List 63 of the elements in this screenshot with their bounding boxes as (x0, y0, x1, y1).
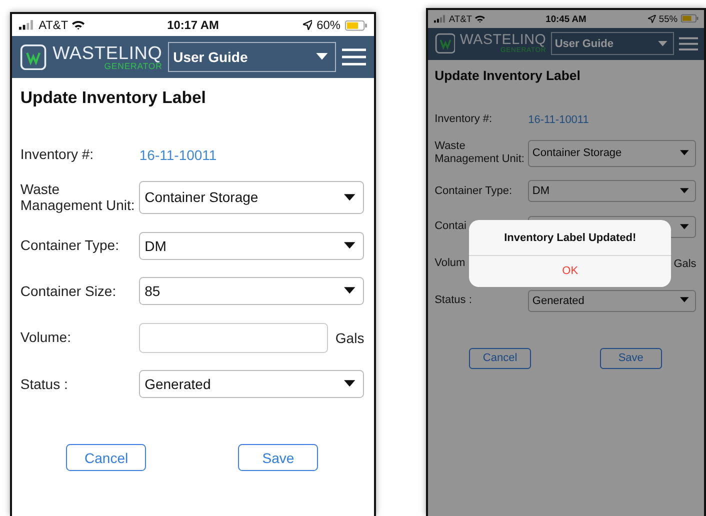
field-label: Container Type: (20, 237, 120, 254)
select-field[interactable]: DM (139, 232, 364, 260)
caret-icon (344, 242, 355, 250)
wifi-icon (72, 20, 85, 30)
caret-icon (680, 150, 689, 156)
field-label: Container Type: (434, 184, 514, 198)
battery-icon (680, 14, 698, 24)
caret-icon (658, 40, 668, 47)
carrier-label: AT&T (448, 14, 472, 24)
field-label: Status : (434, 294, 473, 308)
signal-icon (434, 14, 446, 23)
unit-label: Gals (674, 258, 696, 270)
field-value: 16-11-10011 (139, 146, 218, 163)
caret-icon (344, 194, 355, 202)
alert-message: Inventory Label Updated! (504, 232, 636, 244)
status-time: 10:45 AM (546, 14, 586, 24)
location-icon (302, 20, 312, 30)
logo-icon (20, 44, 47, 70)
menu-icon[interactable] (678, 36, 698, 52)
field-label: Volume: (20, 329, 72, 346)
unit-label: Gals (335, 330, 364, 346)
status-time: 10:17 AM (167, 18, 219, 32)
ok-button[interactable]: OK (469, 255, 671, 287)
page-title: Update Inventory Label (428, 60, 704, 83)
menu-icon[interactable] (342, 47, 366, 67)
field-label: Inventory #: (20, 146, 95, 164)
cancel-button[interactable]: Cancel (66, 444, 146, 471)
field-label: Container Size: (20, 282, 118, 300)
select-field[interactable]: Container Storage (139, 180, 364, 214)
brand-name: WASTELINQ (460, 33, 546, 48)
battery-icon (344, 20, 367, 31)
guide-dropdown[interactable]: User Guide (550, 32, 674, 56)
battery-percent: 60% (316, 18, 340, 32)
volume-field[interactable] (139, 322, 328, 353)
caret-icon (316, 53, 328, 61)
location-icon (648, 14, 656, 23)
select-field[interactable]: DM (528, 180, 696, 202)
guide-dropdown[interactable]: User Guide (168, 42, 336, 72)
field-value: 16-11-10011 (528, 114, 590, 126)
battery-percent: 55% (658, 14, 678, 24)
caret-icon (344, 287, 355, 295)
caret-icon (680, 297, 689, 304)
field-label: Waste Management Unit: (20, 180, 136, 214)
caret-icon (680, 224, 689, 230)
caret-icon (344, 380, 355, 388)
save-button[interactable]: Save (238, 444, 318, 471)
field-label: Contai (434, 220, 468, 234)
field-label: Inventory #: (434, 113, 494, 126)
select-field[interactable]: Container Storage (528, 140, 696, 166)
brand-name: WASTELINQ (52, 44, 162, 62)
wifi-icon (475, 14, 486, 23)
page-title: Update Inventory Label (12, 78, 374, 108)
carrier-label: AT&T (38, 18, 68, 32)
field-label: Waste Management Unit: (434, 140, 526, 166)
select-field[interactable]: Generated (139, 370, 364, 398)
field-label: Status : (20, 376, 69, 393)
caret-icon (680, 188, 689, 194)
field-label: Volum (434, 257, 466, 270)
logo-icon (434, 33, 456, 54)
select-field[interactable]: 85 (139, 277, 364, 306)
signal-icon (19, 20, 34, 30)
select-field[interactable]: Generated (528, 290, 696, 312)
brand-subtitle: GENERATOR (104, 62, 162, 70)
